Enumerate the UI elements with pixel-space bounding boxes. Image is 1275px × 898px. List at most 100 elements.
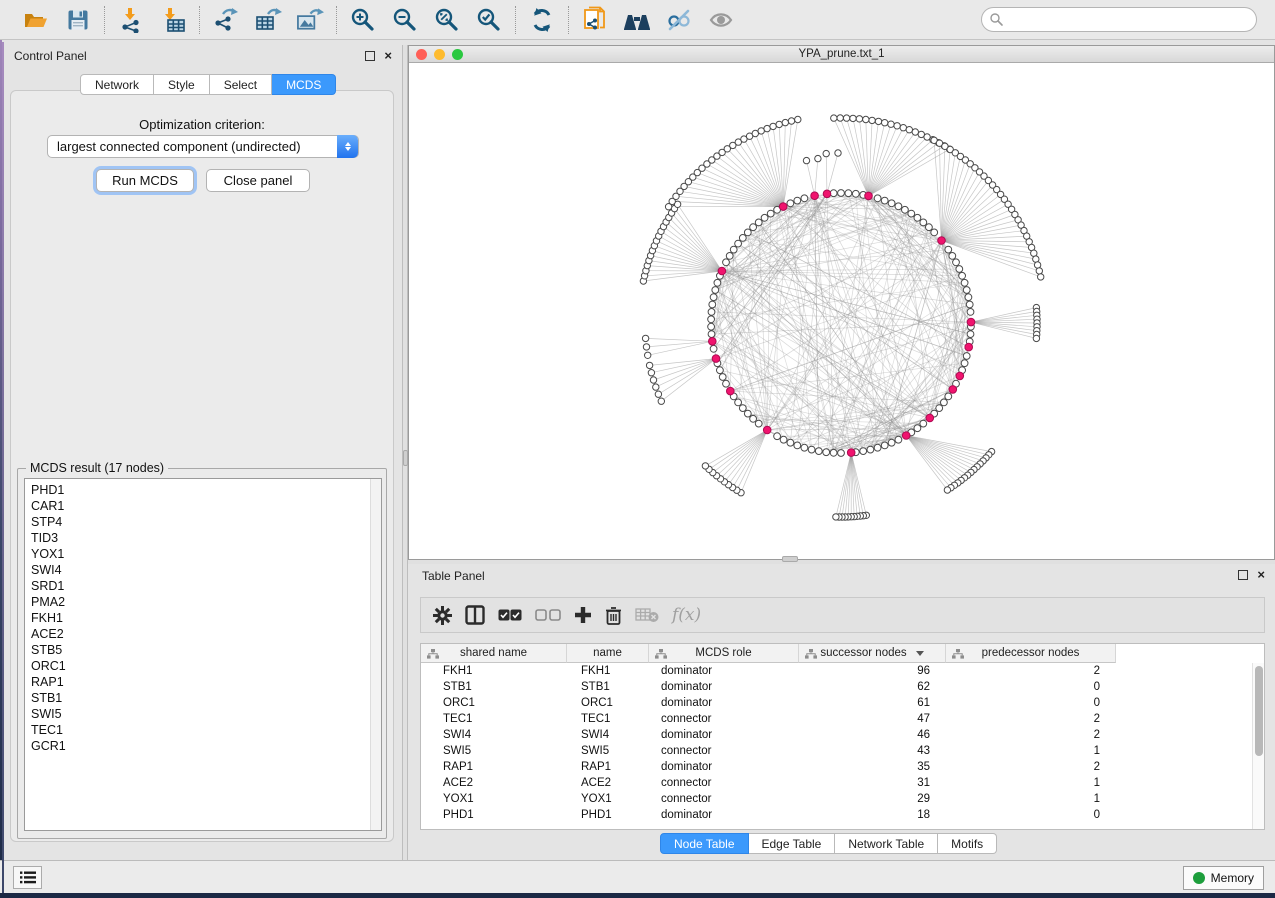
table-cell[interactable]: YOX1 (567, 791, 649, 807)
table-cell[interactable]: 46 (799, 727, 946, 743)
table-cell[interactable]: 2 (946, 663, 1116, 679)
table-cell[interactable]: PHD1 (421, 807, 567, 823)
table-cell[interactable]: 1 (946, 743, 1116, 759)
table-cell[interactable]: 1 (946, 791, 1116, 807)
table-cell[interactable]: SWI5 (421, 743, 567, 759)
close-icon[interactable]: × (1257, 570, 1265, 580)
column-header-MCDS-role[interactable]: MCDS role (649, 644, 799, 663)
table-row[interactable]: PHD1PHD1dominator180 (421, 807, 1116, 823)
table-cell[interactable]: connector (649, 775, 799, 791)
deselect-all-button[interactable] (535, 602, 561, 628)
mcds-result-item[interactable]: YOX1 (25, 546, 381, 562)
refresh-button[interactable] (528, 6, 556, 34)
table-cell[interactable]: 1 (946, 775, 1116, 791)
table-scrollbar[interactable] (1252, 663, 1264, 829)
close-icon[interactable]: × (384, 51, 392, 61)
table-cell[interactable]: connector (649, 791, 799, 807)
clone-network-button[interactable] (581, 6, 609, 34)
import-table-button[interactable] (159, 6, 187, 34)
mcds-result-item[interactable]: STP4 (25, 514, 381, 530)
tab-network[interactable]: Network (80, 74, 154, 95)
column-header-successor-nodes[interactable]: successor nodes (799, 644, 946, 663)
zoom-in-button[interactable] (349, 6, 377, 34)
table-settings-button[interactable] (433, 602, 452, 628)
export-network-button[interactable] (212, 6, 240, 34)
table-cell[interactable]: TEC1 (421, 711, 567, 727)
table-row[interactable]: YOX1YOX1connector291 (421, 791, 1116, 807)
table-cell[interactable]: YOX1 (421, 791, 567, 807)
column-header-predecessor-nodes[interactable]: predecessor nodes (946, 644, 1116, 663)
task-history-button[interactable] (13, 866, 42, 889)
table-row[interactable]: FKH1FKH1dominator962 (421, 663, 1116, 679)
table-cell[interactable]: dominator (649, 727, 799, 743)
table-cell[interactable]: ORC1 (421, 695, 567, 711)
search-input[interactable] (981, 7, 1257, 32)
tab-node-table[interactable]: Node Table (660, 833, 749, 854)
table-cell[interactable]: STB1 (567, 679, 649, 695)
column-visibility-button[interactable] (465, 602, 485, 628)
zoom-fit-button[interactable] (433, 6, 461, 34)
table-cell[interactable]: 2 (946, 727, 1116, 743)
table-cell[interactable]: 96 (799, 663, 946, 679)
table-cell[interactable]: ACE2 (567, 775, 649, 791)
select-all-button[interactable] (498, 602, 522, 628)
tab-select[interactable]: Select (210, 74, 272, 95)
export-image-button[interactable] (296, 6, 324, 34)
mcds-result-item[interactable]: SWI5 (25, 706, 381, 722)
table-cell[interactable]: 35 (799, 759, 946, 775)
table-cell[interactable]: connector (649, 743, 799, 759)
table-cell[interactable]: dominator (649, 807, 799, 823)
mcds-result-list[interactable]: PHD1CAR1STP4TID3YOX1SWI4SRD1PMA2FKH1ACE2… (24, 478, 382, 831)
import-network-button[interactable] (117, 6, 145, 34)
table-cell[interactable]: 47 (799, 711, 946, 727)
table-cell[interactable]: PHD1 (567, 807, 649, 823)
network-overview-button[interactable] (623, 6, 651, 34)
table-row[interactable]: ORC1ORC1dominator610 (421, 695, 1116, 711)
table-cell[interactable]: dominator (649, 695, 799, 711)
save-session-button[interactable] (64, 6, 92, 34)
float-window-icon[interactable] (1238, 570, 1248, 580)
close-panel-button[interactable]: Close panel (206, 169, 310, 192)
table-cell[interactable]: FKH1 (567, 663, 649, 679)
table-cell[interactable]: TEC1 (567, 711, 649, 727)
tab-style[interactable]: Style (154, 74, 210, 95)
mcds-result-item[interactable]: PMA2 (25, 594, 381, 610)
mcds-result-item[interactable]: FKH1 (25, 610, 381, 626)
table-cell[interactable]: 0 (946, 679, 1116, 695)
export-table-button[interactable] (254, 6, 282, 34)
network-canvas[interactable] (409, 63, 1274, 559)
mcds-result-item[interactable]: RAP1 (25, 674, 381, 690)
criterion-dropdown[interactable]: largest connected component (undirected) (47, 135, 359, 158)
network-window-titlebar[interactable]: YPA_prune.txt_1 (409, 46, 1274, 63)
table-cell[interactable]: dominator (649, 679, 799, 695)
memory-button[interactable]: Memory (1183, 866, 1264, 890)
table-cell[interactable]: ORC1 (567, 695, 649, 711)
mcds-result-item[interactable]: CAR1 (25, 498, 381, 514)
table-cell[interactable]: 2 (946, 711, 1116, 727)
scrollbar-thumb[interactable] (1255, 666, 1263, 756)
table-row[interactable]: ACE2ACE2connector311 (421, 775, 1116, 791)
mcds-result-item[interactable]: PHD1 (25, 482, 381, 498)
tab-edge-table[interactable]: Edge Table (749, 833, 836, 854)
mcds-result-item[interactable]: GCR1 (25, 738, 381, 754)
mcds-result-item[interactable]: STB1 (25, 690, 381, 706)
table-cell[interactable]: 0 (946, 807, 1116, 823)
delete-column-button[interactable] (605, 602, 622, 628)
table-row[interactable]: RAP1RAP1dominator352 (421, 759, 1116, 775)
table-row[interactable]: TEC1TEC1connector472 (421, 711, 1116, 727)
table-cell[interactable]: SWI4 (421, 727, 567, 743)
mcds-list-scrollbar[interactable] (370, 479, 381, 830)
table-cell[interactable]: STB1 (421, 679, 567, 695)
mcds-result-item[interactable]: TID3 (25, 530, 381, 546)
mcds-result-item[interactable]: TEC1 (25, 722, 381, 738)
splitter-grip[interactable] (782, 556, 798, 562)
hide-details-button[interactable] (665, 6, 693, 34)
table-cell[interactable]: SWI5 (567, 743, 649, 759)
table-cell[interactable]: ACE2 (421, 775, 567, 791)
table-row[interactable]: SWI4SWI4dominator462 (421, 727, 1116, 743)
table-cell[interactable]: connector (649, 711, 799, 727)
table-cell[interactable]: RAP1 (421, 759, 567, 775)
table-cell[interactable]: 2 (946, 759, 1116, 775)
tab-network-table[interactable]: Network Table (835, 833, 938, 854)
run-mcds-button[interactable]: Run MCDS (96, 169, 194, 192)
